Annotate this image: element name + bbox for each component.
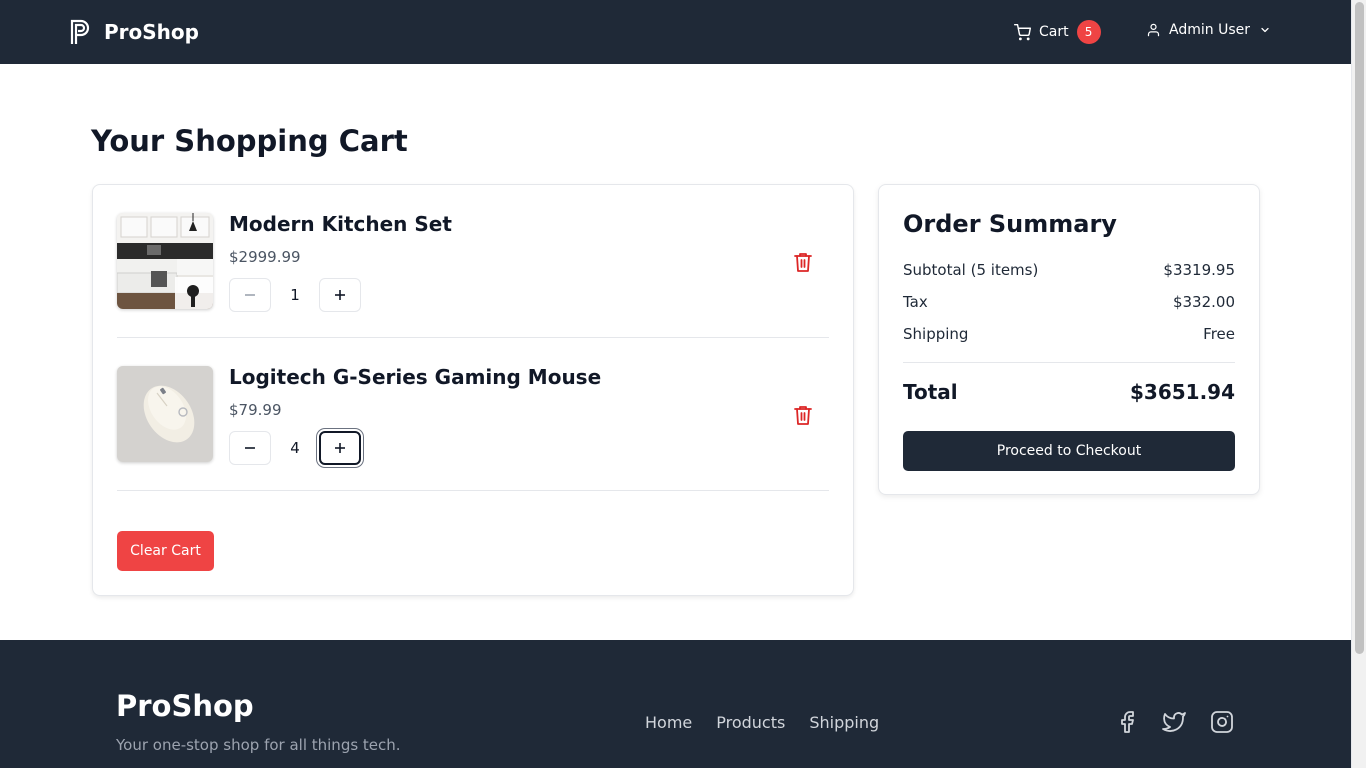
clear-cart-button[interactable]: Clear Cart (117, 531, 214, 571)
total-value: $3651.94 (1129, 380, 1235, 404)
cart-items-panel: Modern Kitchen Set $2999.99 1 Logitech G… (92, 184, 854, 596)
kitchen-photo (117, 213, 213, 309)
footer: ProShop Your one-stop shop for all thing… (0, 640, 1351, 768)
footer-tagline: Your one-stop shop for all things tech. (116, 736, 401, 754)
minus-icon (245, 447, 255, 449)
user-name: Admin User (1169, 22, 1250, 38)
navbar: ProShop Cart 5 Admin User (0, 0, 1351, 64)
subtotal-row: Subtotal (5 items) $3319.95 (903, 261, 1235, 279)
chevron-down-icon (1261, 27, 1269, 33)
proceed-to-checkout-button[interactable]: Proceed to Checkout (903, 431, 1235, 471)
order-summary-title: Order Summary (903, 210, 1117, 238)
nav-cart-link[interactable]: Cart 5 (1014, 20, 1101, 44)
cart-item-price: $2999.99 (229, 248, 301, 266)
cart-item-name[interactable]: Modern Kitchen Set (229, 212, 452, 236)
mouse-photo (117, 366, 213, 462)
tax-row: Tax $332.00 (903, 293, 1235, 311)
footer-brand: ProShop (116, 689, 254, 723)
quantity-stepper: 1 (229, 278, 361, 312)
summary-row-value: $332.00 (1172, 293, 1235, 311)
summary-row-label: Subtotal (5 items) (903, 261, 1039, 279)
cart-item-price: $79.99 (229, 401, 282, 419)
summary-divider (903, 362, 1235, 363)
summary-row-label: Shipping (903, 325, 969, 343)
gaming-mouse-image[interactable] (117, 366, 213, 462)
facebook-icon[interactable] (1115, 710, 1139, 734)
scrollbar-thumb[interactable] (1355, 2, 1364, 654)
minus-icon (245, 294, 255, 296)
page-title: Your Shopping Cart (91, 124, 408, 158)
brand-link[interactable]: ProShop (69, 18, 199, 45)
nav-cart-label: Cart (1039, 24, 1069, 40)
increase-quantity-button[interactable] (319, 431, 361, 465)
trash-icon[interactable] (793, 251, 813, 273)
instagram-icon[interactable] (1210, 710, 1234, 734)
summary-row-value: Free (1203, 325, 1235, 343)
cart-count-badge: 5 (1076, 20, 1101, 44)
twitter-icon[interactable] (1162, 710, 1186, 734)
shipping-row: Shipping Free (903, 325, 1235, 343)
cart-item-name[interactable]: Logitech G-Series Gaming Mouse (229, 365, 601, 389)
proshop-logo-icon (70, 19, 90, 44)
quantity-value: 4 (290, 439, 300, 457)
user-menu[interactable]: Admin User (1146, 22, 1271, 38)
user-icon (1147, 23, 1160, 37)
footer-nav: Home Products Shipping (645, 713, 879, 732)
footer-link-shipping[interactable]: Shipping (809, 713, 879, 732)
plus-icon (335, 443, 345, 453)
trash-icon[interactable] (793, 404, 813, 426)
total-label: Total (903, 380, 958, 404)
page-scrollbar[interactable] (1351, 0, 1366, 768)
footer-link-products[interactable]: Products (716, 713, 785, 732)
cart-item: Logitech G-Series Gaming Mouse $79.99 4 (117, 338, 829, 491)
cart-item: Modern Kitchen Set $2999.99 1 (117, 185, 829, 338)
footer-link-home[interactable]: Home (645, 713, 692, 732)
total-row: Total $3651.94 (903, 380, 1235, 404)
decrease-quantity-button[interactable] (229, 431, 271, 465)
summary-row-label: Tax (903, 293, 928, 311)
summary-row-value: $3319.95 (1163, 261, 1235, 279)
plus-icon (335, 290, 345, 300)
decrease-quantity-button[interactable] (229, 278, 271, 312)
kitchen-set-image[interactable] (117, 213, 213, 309)
increase-quantity-button[interactable] (319, 278, 361, 312)
order-summary-panel: Order Summary Subtotal (5 items) $3319.9… (878, 184, 1260, 495)
brand-name: ProShop (104, 19, 199, 44)
quantity-value: 1 (290, 286, 300, 304)
shopping-cart-icon (1014, 23, 1031, 40)
quantity-stepper: 4 (229, 431, 361, 465)
